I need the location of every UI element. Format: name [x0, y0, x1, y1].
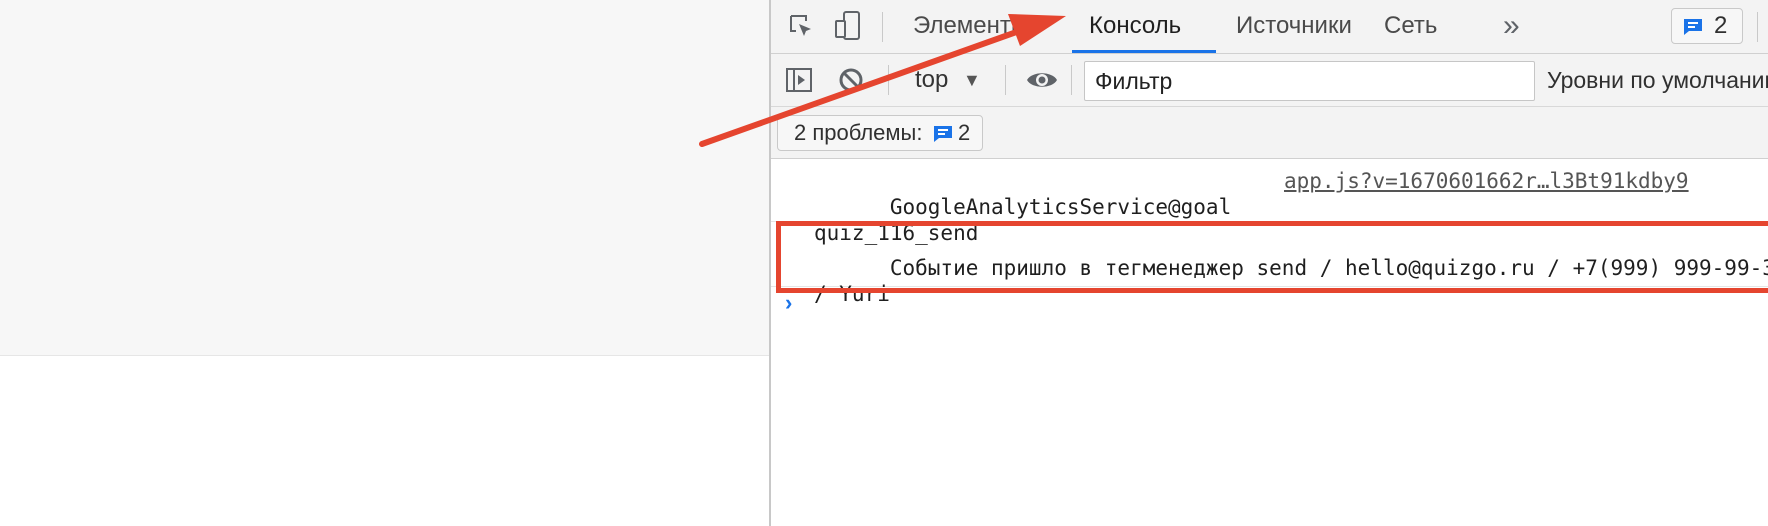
issues-label: 2 проблемы:: [794, 120, 923, 145]
toolbar-divider: [1071, 65, 1072, 95]
sidebar-toggle-icon[interactable]: [785, 66, 813, 94]
chevron-double-right-icon[interactable]: »: [1503, 6, 1520, 46]
source-link[interactable]: app.js?v=1670601662r…l3Bt91kdby9: [1284, 168, 1689, 194]
page-header-area: [0, 0, 769, 356]
issues-link-button[interactable]: 2 проблемы: 2: [777, 115, 983, 151]
issues-count: 2: [1714, 12, 1728, 39]
tab-console[interactable]: Консоль: [1089, 0, 1181, 54]
tabbar-divider: [882, 12, 883, 42]
tab-elements[interactable]: Элементы: [913, 0, 1028, 54]
prompt-chevron-icon[interactable]: ›: [785, 290, 792, 316]
context-selector[interactable]: top: [915, 64, 948, 96]
toolbar-divider: [888, 65, 889, 95]
page-viewport: [0, 0, 769, 526]
clear-console-icon[interactable]: [837, 66, 865, 94]
devtools-panel: Элементы Консоль Источники Сеть » 2 top …: [769, 0, 1768, 526]
console-toolbar: top ▼ Уровни по умолчанию: [771, 54, 1768, 107]
console-output: GoogleAnalyticsService@goal quiz_116_sen…: [771, 160, 1768, 526]
chevron-down-icon[interactable]: ▼: [963, 65, 981, 95]
console-message: GoogleAnalyticsService@goal quiz_116_sen…: [771, 160, 1768, 245]
tabbar-divider: [1757, 12, 1758, 42]
message-icon: [934, 126, 952, 142]
inspect-element-icon[interactable]: [788, 13, 816, 41]
message-icon: [1684, 19, 1702, 35]
message-text: Событие пришло в тегменеджер send / hell…: [814, 256, 1768, 306]
console-message: Событие пришло в тегменеджер send / hell…: [771, 223, 1768, 306]
device-toolbar-icon[interactable]: [834, 10, 862, 42]
toolbar-divider: [1005, 65, 1006, 95]
tab-network[interactable]: Сеть: [1384, 0, 1437, 54]
tab-sources[interactable]: Источники: [1236, 0, 1352, 54]
eye-icon[interactable]: [1025, 68, 1059, 92]
active-tab-indicator: [1072, 50, 1216, 53]
devtools-tabbar: Элементы Консоль Источники Сеть » 2: [771, 0, 1768, 54]
log-levels-dropdown[interactable]: Уровни по умолчанию: [1547, 62, 1768, 98]
issues-counter-button[interactable]: 2: [1671, 8, 1743, 44]
issues-bar: 2 проблемы: 2: [771, 107, 1768, 159]
filter-input[interactable]: [1084, 61, 1535, 101]
issues-count: 2: [958, 120, 971, 145]
